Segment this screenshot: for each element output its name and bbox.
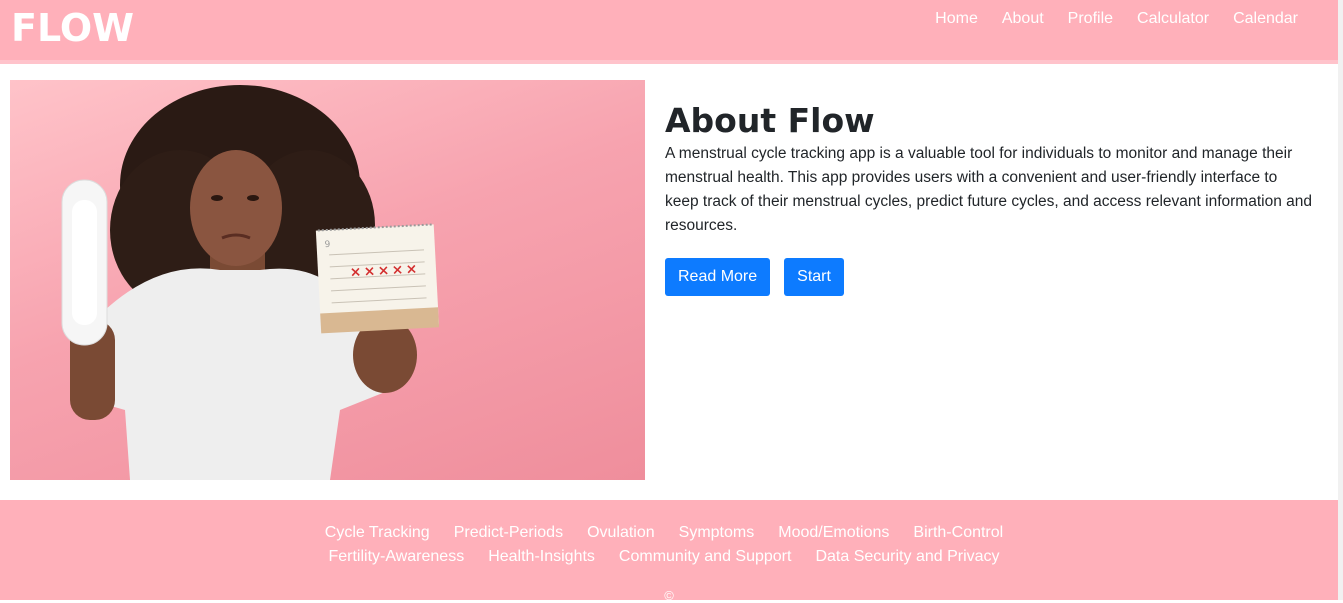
page-scrollbar[interactable] — [1338, 0, 1343, 600]
footer-link-data-security[interactable]: Data Security and Privacy — [815, 547, 999, 567]
about-description: A menstrual cycle tracking app is a valu… — [665, 145, 1312, 234]
nav-profile-link[interactable]: Profile — [1068, 9, 1113, 29]
read-more-button[interactable]: Read More — [665, 258, 771, 296]
footer-link-mood-emotions[interactable]: Mood/Emotions — [778, 523, 889, 543]
about-section: About Flow A menstrual cycle tracking ap… — [665, 100, 1315, 296]
about-buttons: Read More Start — [665, 258, 1315, 296]
footer-link-fertility-awareness[interactable]: Fertility-Awareness — [328, 547, 464, 567]
footer-link-symptoms[interactable]: Symptoms — [679, 523, 755, 543]
brand-logo[interactable]: FLOW — [11, 4, 134, 52]
footer-links-row-1: Cycle Tracking Predict-Periods Ovulation… — [0, 523, 1333, 543]
footer-links-row-2: Fertility-Awareness Health-Insights Comm… — [0, 547, 1333, 567]
nav-home-link[interactable]: Home — [935, 9, 978, 29]
footer-link-ovulation[interactable]: Ovulation — [587, 523, 655, 543]
footer-link-community-support[interactable]: Community and Support — [619, 547, 792, 567]
footer-link-health-insights[interactable]: Health-Insights — [488, 547, 595, 567]
main-nav: Home About Profile Calculator Calendar — [935, 9, 1298, 29]
start-button[interactable]: Start — [784, 258, 844, 296]
footer-link-predict-periods[interactable]: Predict-Periods — [454, 523, 563, 543]
nav-about-link[interactable]: About — [1002, 9, 1044, 29]
hero-image: 9 — [10, 80, 645, 480]
top-navbar: FLOW Home About Profile Calculator Calen… — [0, 0, 1338, 60]
copyright-text: © — [664, 588, 674, 603]
footer-link-cycle-tracking[interactable]: Cycle Tracking — [325, 523, 430, 543]
footer-link-birth-control[interactable]: Birth-Control — [913, 523, 1003, 543]
nav-calendar-link[interactable]: Calendar — [1233, 9, 1298, 29]
about-title: About Flow — [665, 101, 875, 140]
svg-text:9: 9 — [324, 240, 331, 250]
nav-calculator-link[interactable]: Calculator — [1137, 9, 1209, 29]
footer: Cycle Tracking Predict-Periods Ovulation… — [0, 500, 1338, 603]
